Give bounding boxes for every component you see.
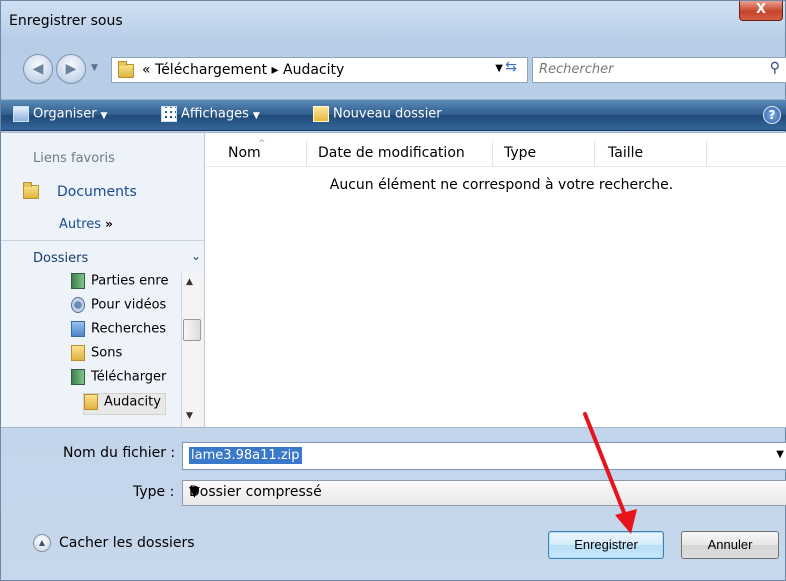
search-input[interactable] — [539, 62, 739, 77]
column-separator[interactable] — [492, 141, 493, 167]
folder-icon — [118, 61, 134, 78]
folder-tree: Parties enre Pour vidéos Recherches Sons… — [1, 273, 181, 427]
scroll-up-icon[interactable]: ▲ — [186, 277, 193, 287]
type-label: Type : — [133, 484, 175, 500]
search-icon[interactable]: ⚲ — [770, 60, 780, 76]
save-button[interactable]: Enregistrer — [548, 531, 664, 559]
column-headers: Nom ^ Date de modification Type Taille — [206, 139, 786, 167]
back-button[interactable]: ◀ — [23, 54, 53, 84]
search-folder-icon — [71, 321, 85, 337]
empty-message: Aucun élément ne correspond à votre rech… — [329, 177, 674, 193]
more-links[interactable]: Autres» — [59, 217, 113, 232]
scrollbar-thumb[interactable] — [183, 319, 201, 341]
column-separator[interactable] — [306, 141, 307, 167]
tree-item-recherches[interactable]: Recherches — [71, 321, 166, 343]
tree-item-label: Recherches — [91, 321, 167, 337]
favorites-heading: Liens favoris — [33, 151, 115, 166]
filename-label: Nom du fichier : — [63, 445, 176, 461]
chevron-down-icon[interactable]: ⌄ — [191, 249, 201, 263]
video-icon — [71, 297, 85, 313]
new-folder-label: Nouveau dossier — [333, 106, 442, 122]
scroll-down-icon[interactable]: ▼ — [186, 411, 193, 421]
window-title: Enregistrer sous — [9, 13, 123, 29]
chevron-up-icon: ▲ — [33, 534, 51, 552]
green-folder-icon — [71, 273, 85, 289]
column-header-size[interactable]: Taille — [608, 145, 643, 161]
tree-item-audacity[interactable]: Audacity — [83, 393, 166, 415]
column-header-date[interactable]: Date de modification — [318, 145, 465, 161]
views-menu[interactable]: Affichages ▼ — [161, 106, 260, 122]
chevron-down-icon: ▼ — [252, 110, 260, 121]
save-as-dialog: Enregistrer sous X ◀ ▶ ▼ « Téléchargemen… — [0, 0, 786, 581]
type-select[interactable]: Dossier compressé ▼ — [182, 480, 786, 506]
hide-folders-label: Cacher les dossiers — [59, 535, 195, 551]
filename-dropdown-icon[interactable]: ▼ — [776, 449, 784, 460]
organiser-label: Organiser — [33, 106, 97, 122]
favorite-link-documents[interactable]: Documents — [23, 182, 137, 200]
type-dropdown-icon[interactable]: ▼ — [189, 484, 784, 500]
tree-item-telecharger[interactable]: Télécharger — [71, 369, 166, 391]
tree-item-videos[interactable]: Pour vidéos — [71, 297, 166, 319]
title-bar: Enregistrer sous X — [1, 1, 786, 41]
tree-item-label: Audacity — [104, 394, 161, 410]
new-folder-button[interactable]: Nouveau dossier — [313, 106, 442, 122]
views-label: Affichages — [181, 106, 249, 122]
chevron-down-icon: ▼ — [100, 110, 108, 121]
column-separator[interactable] — [706, 141, 707, 167]
command-toolbar: Organiser ▼ Affichages ▼ Nouveau dossier ? — [1, 99, 786, 131]
folder-icon — [84, 394, 98, 410]
green-folder-icon — [71, 369, 85, 385]
favorite-label: Documents — [57, 184, 137, 200]
navigation-pane: Liens favoris Documents Autres» Dossiers… — [1, 133, 205, 427]
recent-pages-dropdown[interactable]: ▼ — [91, 63, 98, 73]
column-header-name[interactable]: Nom — [228, 145, 261, 161]
search-box[interactable]: ⚲ — [532, 57, 786, 83]
tree-item-label: Pour vidéos — [91, 297, 167, 313]
breadcrumb[interactable]: « Téléchargement ▸ Audacity — [142, 62, 344, 78]
address-row: ◀ ▶ ▼ « Téléchargement ▸ Audacity ▼ ⇆ ⚲ — [1, 53, 786, 89]
main-area: Liens favoris Documents Autres» Dossiers… — [1, 132, 786, 428]
back-arrow-icon: ◀ — [32, 61, 44, 77]
filename-value[interactable]: lame3.98a11.zip — [189, 447, 302, 464]
tree-item-parties[interactable]: Parties enre — [71, 273, 168, 295]
help-button[interactable]: ? — [763, 106, 781, 124]
more-chevron-icon: » — [105, 217, 113, 231]
hide-folders-toggle[interactable]: ▲ Cacher les dossiers — [33, 534, 195, 552]
tree-scrollbar[interactable]: ▲ ▼ — [181, 273, 203, 427]
tree-item-label: Télécharger — [91, 369, 167, 385]
tree-item-label: Sons — [91, 345, 123, 361]
file-list: Nom ^ Date de modification Type Taille A… — [206, 133, 786, 427]
folder-icon — [71, 345, 85, 361]
refresh-icon: ⇆ — [505, 59, 517, 75]
folder-icon — [23, 182, 39, 199]
more-label: Autres — [59, 217, 102, 232]
organiser-icon — [13, 106, 29, 122]
address-bar[interactable]: « Téléchargement ▸ Audacity ▼ — [111, 57, 528, 83]
organiser-menu[interactable]: Organiser ▼ — [13, 106, 107, 122]
folders-heading[interactable]: Dossiers — [33, 251, 88, 266]
forward-arrow-icon: ▶ — [65, 61, 77, 77]
tree-item-label: Parties enre — [91, 273, 169, 289]
cancel-button[interactable]: Annuler — [681, 531, 779, 559]
filename-field[interactable]: lame3.98a11.zip ▼ — [182, 442, 786, 470]
refresh-button[interactable]: ⇆ — [499, 58, 523, 76]
sort-ascending-icon: ^ — [258, 139, 266, 149]
column-header-type[interactable]: Type — [504, 145, 536, 161]
close-button[interactable]: X — [739, 1, 783, 21]
divider — [1, 240, 204, 241]
tree-item-sons[interactable]: Sons — [71, 345, 122, 367]
forward-button[interactable]: ▶ — [56, 54, 86, 84]
column-separator[interactable] — [594, 141, 595, 167]
views-icon — [161, 106, 177, 122]
new-folder-icon — [313, 106, 329, 122]
